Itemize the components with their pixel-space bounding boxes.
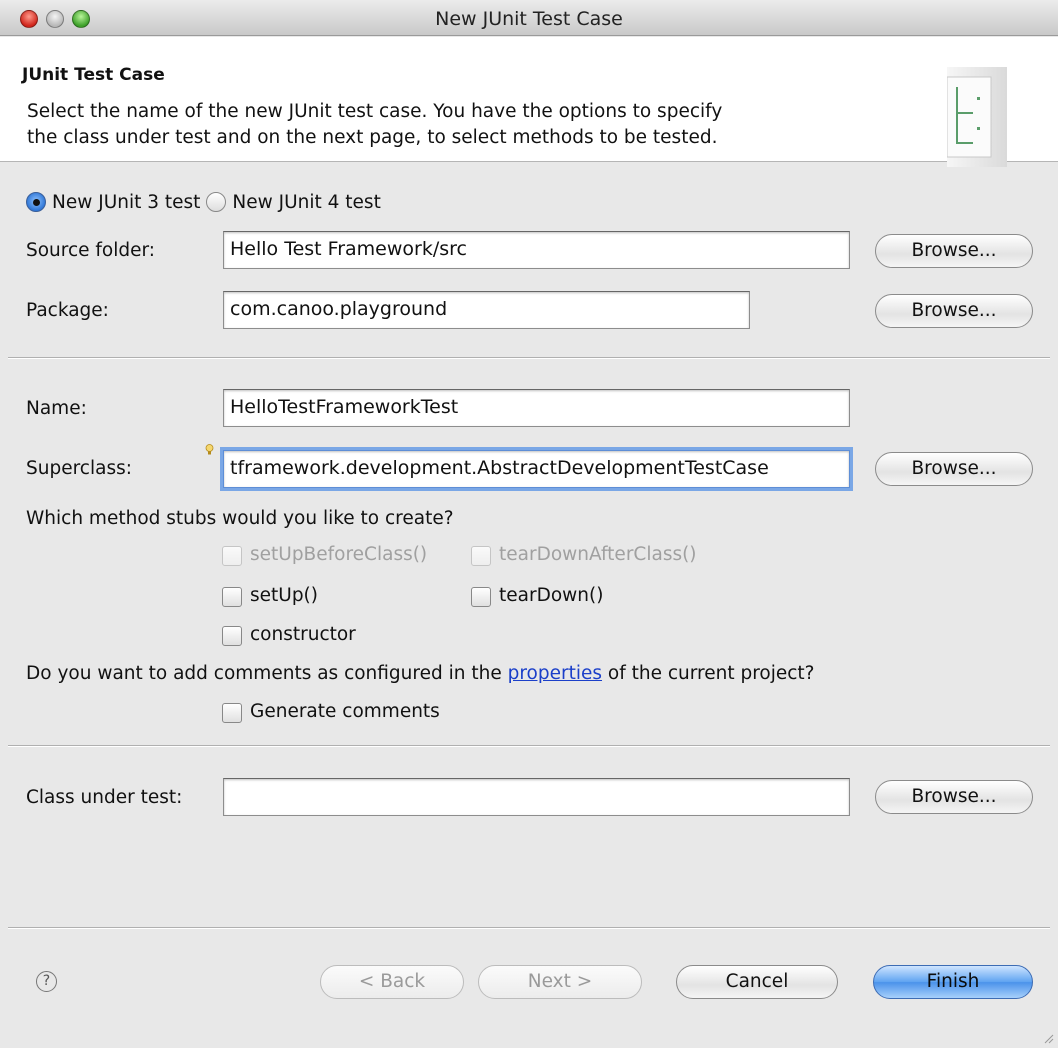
teardown-after-class-checkbox[interactable] (471, 546, 491, 566)
setup-before-class-label: setUpBeforeClass() (250, 544, 428, 565)
constructor-checkbox[interactable] (222, 626, 242, 646)
source-folder-label: Source folder: (26, 240, 156, 261)
back-button[interactable]: < Back (320, 965, 464, 999)
wizard-page-title: JUnit Test Case (22, 65, 165, 85)
separator-1 (8, 357, 1050, 359)
junit3-radio[interactable] (26, 192, 46, 212)
junit4-label[interactable]: New JUnit 4 test (232, 192, 380, 213)
package-label: Package: (26, 300, 109, 321)
separator-3 (8, 927, 1050, 929)
description-line-2: the class under test and on the next pag… (27, 127, 718, 148)
superclass-field[interactable]: tframework.development.AbstractDevelopme… (223, 450, 850, 488)
teardown-checkbox[interactable] (471, 587, 491, 607)
wizard-header: JUnit Test Case Select the name of the n… (0, 37, 1058, 167)
cancel-button[interactable]: Cancel (676, 965, 838, 999)
superclass-label: Superclass: (26, 458, 132, 479)
source-folder-field[interactable]: Hello Test Framework/src (223, 231, 850, 269)
content-assist-lightbulb-icon (205, 444, 214, 455)
class-under-test-browse-button[interactable]: Browse... (875, 780, 1033, 814)
next-button[interactable]: Next > (478, 965, 642, 999)
constructor-label[interactable]: constructor (250, 624, 356, 645)
finish-button[interactable]: Finish (873, 965, 1033, 999)
junit4-radio[interactable] (206, 192, 227, 212)
description-line-1: Select the name of the new JUnit test ca… (27, 101, 723, 122)
setup-label[interactable]: setUp() (250, 585, 318, 606)
separator-2 (8, 745, 1050, 747)
junit-wizard-icon (947, 67, 1007, 167)
setup-checkbox[interactable] (222, 587, 242, 607)
comments-question: Do you want to add comments as configure… (26, 663, 815, 684)
window-titlebar: New JUnit Test Case (0, 0, 1058, 36)
junit3-label[interactable]: New JUnit 3 test (52, 192, 200, 213)
source-folder-browse-button[interactable]: Browse... (875, 234, 1033, 268)
package-field[interactable]: com.canoo.playground (223, 291, 750, 329)
junit-version-group: New JUnit 3 test New JUnit 4 test (26, 190, 387, 214)
generate-comments-checkbox[interactable] (222, 703, 242, 723)
window-title: New JUnit Test Case (435, 8, 623, 30)
test-name-field[interactable]: HelloTestFrameworkTest (223, 389, 850, 427)
package-browse-button[interactable]: Browse... (875, 294, 1033, 328)
class-under-test-field[interactable] (223, 778, 850, 816)
method-stubs-question: Which method stubs would you like to cre… (26, 508, 454, 529)
help-icon[interactable]: ? (36, 971, 57, 992)
generate-comments-label[interactable]: Generate comments (250, 701, 440, 722)
properties-link[interactable]: properties (508, 663, 602, 684)
setup-before-class-checkbox[interactable] (222, 546, 242, 566)
comments-question-suffix: of the current project? (602, 663, 815, 684)
teardown-after-class-label: tearDownAfterClass() (499, 544, 697, 565)
resize-grip-icon[interactable] (1040, 1030, 1054, 1044)
teardown-label[interactable]: tearDown() (499, 585, 603, 606)
name-label: Name: (26, 398, 87, 419)
class-under-test-label: Class under test: (26, 787, 183, 808)
superclass-browse-button[interactable]: Browse... (875, 452, 1033, 486)
comments-question-text: Do you want to add comments as configure… (26, 663, 508, 684)
wizard-page-description: Select the name of the new JUnit test ca… (27, 99, 907, 151)
